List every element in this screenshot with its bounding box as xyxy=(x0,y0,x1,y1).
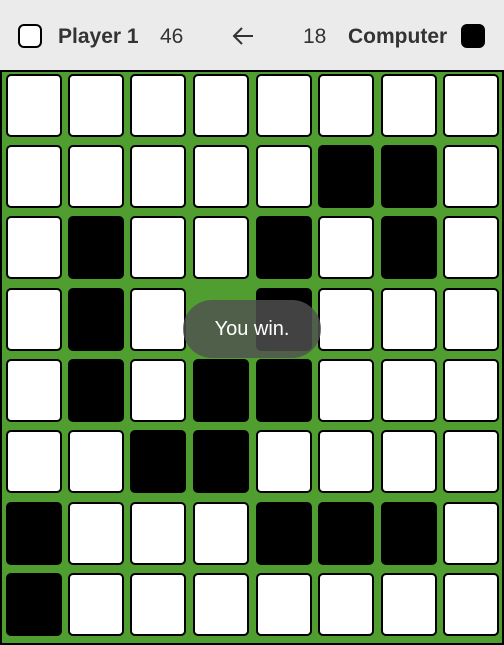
board-cell-white-piece[interactable] xyxy=(381,573,437,636)
board-cell-white-piece[interactable] xyxy=(381,430,437,493)
board-cell-white-piece[interactable] xyxy=(68,430,124,493)
board-cell-white-piece[interactable] xyxy=(443,359,499,422)
board-cell-white-piece[interactable] xyxy=(193,145,249,208)
board-cell-black-piece[interactable] xyxy=(318,502,374,565)
player2-score: 18 xyxy=(303,25,327,48)
board-cell-black-piece[interactable] xyxy=(193,430,249,493)
board-cell-white-piece[interactable] xyxy=(256,145,312,208)
board-cell-black-piece[interactable] xyxy=(256,502,312,565)
player2-name: Computer xyxy=(348,25,448,48)
board-cell-black-piece[interactable] xyxy=(381,502,437,565)
board-cell-white-piece[interactable] xyxy=(381,288,437,351)
board-cell-white-piece[interactable] xyxy=(256,573,312,636)
black-piece-icon xyxy=(461,24,485,48)
arrow-left-icon xyxy=(232,27,253,45)
board-cell-black-piece[interactable] xyxy=(381,216,437,279)
score-bar: Player 1 46 18 Computer xyxy=(0,0,504,70)
board-cell-white-piece[interactable] xyxy=(443,145,499,208)
board-cell-white-piece[interactable] xyxy=(130,74,186,137)
board-cell-white-piece[interactable] xyxy=(256,430,312,493)
board-cell-black-piece[interactable] xyxy=(193,359,249,422)
board-cell-black-piece[interactable] xyxy=(68,216,124,279)
board-cell-white-piece[interactable] xyxy=(130,502,186,565)
player1-name: Player 1 xyxy=(58,25,139,48)
board-cell-white-piece[interactable] xyxy=(6,288,62,351)
board-cell-white-piece[interactable] xyxy=(6,216,62,279)
board-cell-white-piece[interactable] xyxy=(318,288,374,351)
board-cell-black-piece[interactable] xyxy=(6,573,62,636)
board-cell-black-piece[interactable] xyxy=(318,145,374,208)
board-cell-black-piece[interactable] xyxy=(256,359,312,422)
board-cell-white-piece[interactable] xyxy=(443,288,499,351)
board-cell-white-piece[interactable] xyxy=(6,74,62,137)
reversi-game-screen: Player 1 46 18 Computer You win. xyxy=(0,0,504,645)
board-cell-white-piece[interactable] xyxy=(68,74,124,137)
board-cell-white-piece[interactable] xyxy=(193,74,249,137)
board-cell-white-piece[interactable] xyxy=(318,74,374,137)
board-cell-white-piece[interactable] xyxy=(318,359,374,422)
board-cell-white-piece[interactable] xyxy=(130,573,186,636)
board-cell-white-piece[interactable] xyxy=(193,573,249,636)
player1-score: 46 xyxy=(160,25,184,48)
board-cell-black-piece[interactable] xyxy=(6,502,62,565)
board-cell-white-piece[interactable] xyxy=(443,573,499,636)
board-cell-white-piece[interactable] xyxy=(443,216,499,279)
board-cell-white-piece[interactable] xyxy=(68,502,124,565)
board-cell-black-piece[interactable] xyxy=(68,359,124,422)
board-cell-white-piece[interactable] xyxy=(318,430,374,493)
board-cell-white-piece[interactable] xyxy=(381,359,437,422)
board-cell-black-piece[interactable] xyxy=(130,430,186,493)
board-cell-white-piece[interactable] xyxy=(130,359,186,422)
board-cell-white-piece[interactable] xyxy=(443,430,499,493)
board-cell-white-piece[interactable] xyxy=(443,502,499,565)
board-cell-white-piece[interactable] xyxy=(318,573,374,636)
board-cell-white-piece[interactable] xyxy=(318,216,374,279)
board-cell-white-piece[interactable] xyxy=(193,216,249,279)
board-cell-white-piece[interactable] xyxy=(443,74,499,137)
board-cell-white-piece[interactable] xyxy=(256,74,312,137)
board-cell-white-piece[interactable] xyxy=(130,288,186,351)
board-cell-black-piece[interactable] xyxy=(381,145,437,208)
board-cell-white-piece[interactable] xyxy=(6,145,62,208)
board-cell-white-piece[interactable] xyxy=(68,145,124,208)
white-piece-icon xyxy=(18,24,42,48)
board-cell-black-piece[interactable] xyxy=(68,288,124,351)
win-toast: You win. xyxy=(183,300,321,358)
board-cell-white-piece[interactable] xyxy=(381,74,437,137)
board-cell-white-piece[interactable] xyxy=(6,359,62,422)
board-cell-white-piece[interactable] xyxy=(68,573,124,636)
board-cell-white-piece[interactable] xyxy=(193,502,249,565)
board-cell-black-piece[interactable] xyxy=(256,216,312,279)
board-cell-white-piece[interactable] xyxy=(130,216,186,279)
board-cell-white-piece[interactable] xyxy=(6,430,62,493)
board-cell-white-piece[interactable] xyxy=(130,145,186,208)
